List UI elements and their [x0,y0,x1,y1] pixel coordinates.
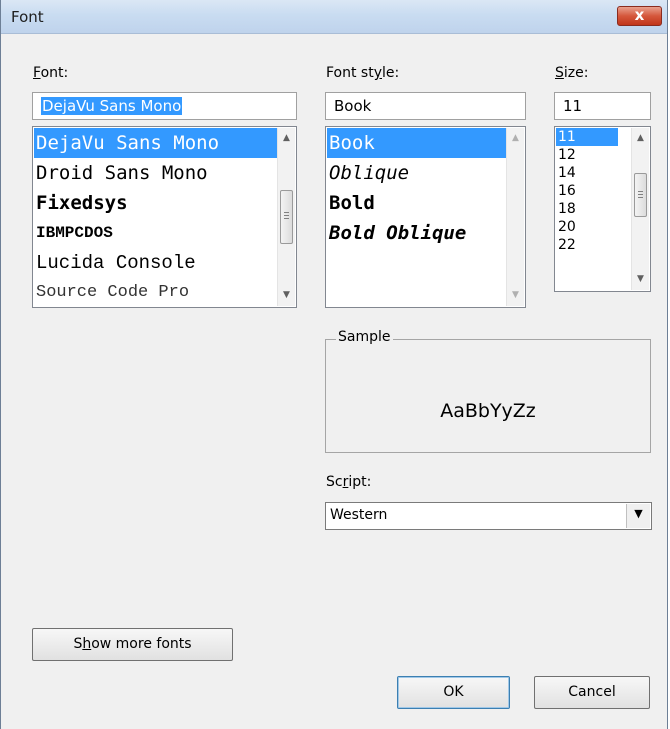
show-more-fonts-button[interactable]: Show more fonts [32,628,233,661]
scroll-down-icon[interactable]: ▼ [278,287,295,304]
font-list-item[interactable]: DejaVu Sans Mono [34,128,278,158]
size-label: Size: [555,65,589,81]
size-list-item[interactable]: 22 [556,236,618,254]
font-style-list-item[interactable]: Book [327,128,507,158]
close-button[interactable]: x [617,6,662,26]
font-style-list[interactable]: Bold Oblique Bold Oblique Book ▲ ▼ [325,126,526,308]
font-list-item[interactable]: Fixedsys [34,188,278,218]
font-style-list-item[interactable]: Bold Oblique [327,218,507,248]
font-list-item[interactable]: Droid Sans Mono [34,158,278,188]
ok-button[interactable]: OK [397,676,510,709]
font-label: Font: [33,65,69,81]
font-name-input[interactable]: DejaVu Sans Mono [32,92,297,120]
font-style-label: Font style: [326,65,400,81]
scroll-thumb[interactable] [634,173,647,217]
sample-group: Sample AaBbYyZz [325,329,651,453]
scroll-up-icon[interactable]: ▲ [278,130,295,147]
font-style-list-item[interactable]: Bold [327,188,507,218]
style-list-scrollbar[interactable]: ▲ ▼ [506,128,524,306]
close-icon: x [634,6,645,24]
script-value: Western [330,507,388,523]
cancel-button[interactable]: Cancel [534,676,650,709]
sample-label: Sample [336,329,393,345]
font-name-value: DejaVu Sans Mono [41,97,183,115]
size-list-item[interactable]: 20 [556,218,618,236]
size-list-item[interactable]: 16 [556,182,618,200]
font-style-value: Book [334,97,372,115]
scroll-up-icon[interactable]: ▲ [507,130,524,147]
scroll-thumb[interactable] [280,190,293,244]
chevron-down-icon: ▼ [634,507,643,520]
font-list-item[interactable]: Source Code Pro [34,278,278,307]
script-dropdown-button[interactable]: ▼ [626,504,650,528]
sample-text: AaBbYyZz [440,400,536,422]
title-bar[interactable]: Font x [1,0,667,34]
size-list-item[interactable]: 11 [556,128,618,146]
scroll-down-icon[interactable]: ▼ [507,287,524,304]
size-list[interactable]: 22 20 18 16 14 12 11 ▲ ▼ [554,126,651,292]
script-select[interactable]: Western ▼ [325,502,652,530]
font-style-list-item[interactable]: Oblique [327,158,507,188]
font-list-item[interactable]: Lucida Console [34,248,278,278]
size-value: 11 [563,97,583,115]
font-style-input[interactable]: Book [325,92,526,120]
size-input[interactable]: 11 [554,92,651,120]
scroll-up-icon[interactable]: ▲ [632,130,649,147]
size-list-item[interactable]: 14 [556,164,618,182]
window-title: Font [11,8,44,26]
font-dialog: Font x Font: DejaVu Sans Mono Source Cod… [0,0,668,729]
font-list-scrollbar[interactable]: ▲ ▼ [277,128,295,306]
script-label: Script: [326,474,372,490]
size-list-scrollbar[interactable]: ▲ ▼ [631,128,649,290]
size-list-item[interactable]: 18 [556,200,618,218]
font-list-item[interactable]: IBMPCDOS [34,218,278,248]
size-list-item[interactable]: 12 [556,146,618,164]
scroll-down-icon[interactable]: ▼ [632,271,649,288]
font-list[interactable]: Source Code Pro Lucida Console IBMPCDOS Fix… [32,126,297,308]
